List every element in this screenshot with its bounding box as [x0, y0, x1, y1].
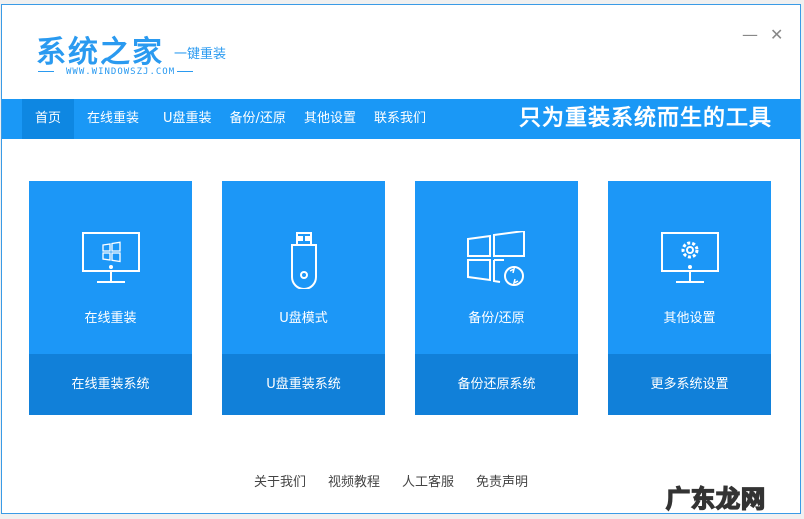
card-backup-restore[interactable]: 备份/还原 备份还原系统 — [415, 181, 578, 415]
card-action-button[interactable]: U盘重装系统 — [222, 354, 385, 415]
nav-contact[interactable]: 联系我们 — [365, 99, 435, 139]
monitor-gear-icon — [608, 231, 771, 291]
card-other-settings[interactable]: 其他设置 更多系统设置 — [608, 181, 771, 415]
card-action-button[interactable]: 在线重装系统 — [29, 354, 192, 415]
footer-about[interactable]: 关于我们 — [254, 471, 306, 490]
monitor-windows-icon — [29, 231, 192, 291]
slogan: 只为重装系统而生的工具 — [518, 106, 772, 131]
card-title: 其他设置 — [663, 311, 716, 326]
logo-text: 系统之家 — [36, 35, 164, 70]
nav-other-settings[interactable]: 其他设置 — [295, 99, 365, 139]
card-usb-mode[interactable]: U盘模式 U盘重装系统 — [222, 181, 385, 415]
card-title: U盘模式 — [279, 311, 328, 326]
minimize-button[interactable]: — — [742, 25, 758, 44]
footer-support[interactable]: 人工客服 — [402, 471, 454, 490]
card-action-button[interactable]: 备份还原系统 — [415, 354, 578, 415]
card-online-reinstall[interactable]: 在线重装 在线重装系统 — [29, 181, 192, 415]
logo-url: WWW.WINDOWSZJ.COM — [36, 67, 226, 77]
card-title: 在线重装 — [84, 311, 137, 326]
logo: 系统之家 一键重装 WWW.WINDOWSZJ.COM — [36, 27, 226, 77]
watermark: 广东龙网 — [665, 484, 766, 514]
usb-drive-icon — [222, 231, 385, 291]
nav-online-reinstall[interactable]: 在线重装 — [78, 99, 148, 139]
nav-home[interactable]: 首页 — [22, 99, 75, 139]
close-button[interactable]: ✕ — [770, 25, 783, 44]
footer-video-tutorial[interactable]: 视频教程 — [328, 471, 380, 490]
nav-usb-reinstall[interactable]: U盘重装 — [154, 99, 221, 139]
nav-backup-restore[interactable]: 备份/还原 — [221, 99, 295, 139]
footer-disclaimer[interactable]: 免责声明 — [476, 471, 528, 490]
nav-bar: 首页 在线重装 U盘重装 备份/还原 其他设置 联系我们 只为重装系统而生的工具 — [2, 99, 800, 139]
footer-links: 关于我们 视频教程 人工客服 免责声明 — [254, 471, 528, 490]
app-window: 系统之家 一键重装 WWW.WINDOWSZJ.COM — ✕ 首页 在线重装 … — [1, 4, 801, 514]
windows-restore-icon — [415, 231, 578, 291]
logo-subtitle: 一键重装 — [174, 47, 227, 62]
card-action-button[interactable]: 更多系统设置 — [608, 354, 771, 415]
card-title: 备份/还原 — [468, 311, 525, 326]
